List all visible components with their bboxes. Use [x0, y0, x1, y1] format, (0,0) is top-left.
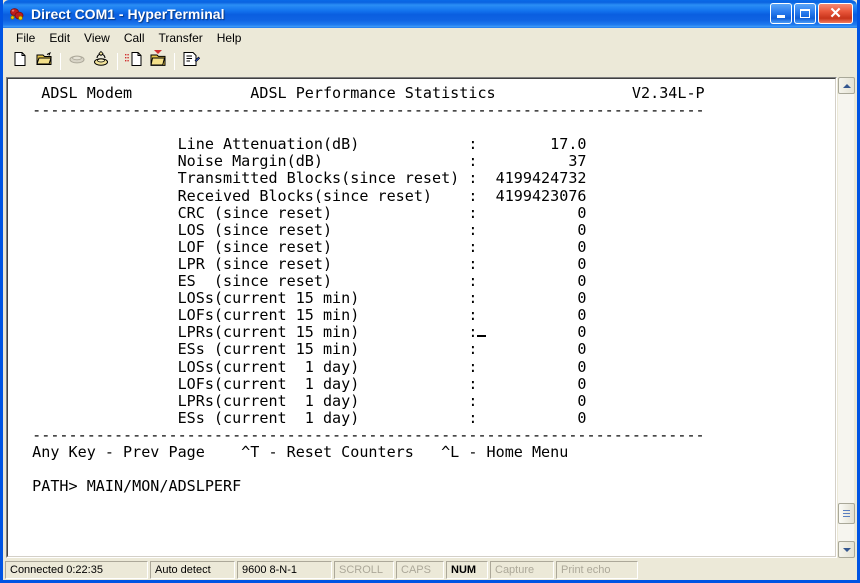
- window-title: Direct COM1 - HyperTerminal: [31, 6, 224, 22]
- new-connection-button[interactable]: [8, 50, 32, 73]
- hyperterminal-icon: [8, 5, 26, 23]
- terminal-line: Any Key - Prev Page ^T - Reset Counters …: [14, 444, 835, 461]
- terminal-line: ES (since reset) : 0: [14, 273, 835, 290]
- toolbar-separator-2: [117, 53, 118, 70]
- title-bar[interactable]: Direct COM1 - HyperTerminal ✕: [3, 0, 857, 28]
- scrollbar-down-arrow-icon: [843, 548, 851, 552]
- maximize-glyph: [800, 9, 810, 18]
- menu-transfer[interactable]: Transfer: [152, 29, 210, 47]
- scrollbar-up-arrow-icon: [843, 84, 851, 88]
- terminal-line: ADSL Modem ADSL Performance Statistics V…: [14, 85, 835, 102]
- terminal-line: Transmitted Blocks(since reset) : 419942…: [14, 170, 835, 187]
- menu-help[interactable]: Help: [210, 29, 249, 47]
- terminal-line: Noise Margin(dB) : 37: [14, 153, 835, 170]
- terminal-line: ESs (current 1 day) : 0: [14, 410, 835, 427]
- new-connection-icon: [12, 51, 28, 72]
- terminal-line: [14, 461, 835, 478]
- caption-button-group: ✕: [770, 3, 853, 24]
- close-button[interactable]: ✕: [818, 3, 853, 24]
- disconnect-button[interactable]: [65, 50, 89, 73]
- terminal-line: LOS (since reset) : 0: [14, 222, 835, 239]
- terminal-line: Line Attenuation(dB) : 17.0: [14, 136, 835, 153]
- menu-call[interactable]: Call: [117, 29, 152, 47]
- terminal-output[interactable]: ADSL Modem ADSL Performance Statistics V…: [8, 79, 835, 495]
- open-connection-button[interactable]: [32, 50, 56, 73]
- status-baud-settings: 9600 8-N-1: [237, 561, 332, 579]
- menu-edit[interactable]: Edit: [42, 29, 77, 47]
- close-glyph: ✕: [829, 6, 842, 21]
- toolbar: [3, 48, 857, 74]
- hyperterminal-window: Direct COM1 - HyperTerminal ✕ File Edit …: [0, 0, 860, 583]
- terminal-line: LOSs(current 15 min) : 0: [14, 290, 835, 307]
- terminal-line: Received Blocks(since reset) : 419942307…: [14, 188, 835, 205]
- status-print-echo-indicator: Print echo: [556, 561, 638, 579]
- terminal-line: LPRs(current 1 day) : 0: [14, 393, 835, 410]
- vertical-scrollbar[interactable]: [837, 77, 854, 558]
- properties-button[interactable]: [179, 50, 203, 73]
- terminal-line: ----------------------------------------…: [14, 427, 835, 444]
- open-folder-icon: [36, 51, 53, 72]
- toolbar-separator-1: [60, 53, 61, 70]
- terminal-line: LOSs(current 1 day) : 0: [14, 359, 835, 376]
- connect-button[interactable]: [89, 50, 113, 73]
- status-num-indicator: NUM: [446, 561, 488, 579]
- terminal-frame: ADSL Modem ADSL Performance Statistics V…: [6, 77, 837, 558]
- receive-file-icon: [149, 50, 167, 72]
- toolbar-separator-3: [174, 53, 175, 70]
- send-file-button[interactable]: [122, 50, 146, 73]
- terminal-screen-border[interactable]: ADSL Modem ADSL Performance Statistics V…: [7, 78, 836, 557]
- scrollbar-up-button[interactable]: [838, 77, 855, 94]
- terminal-cursor: [477, 324, 486, 337]
- client-area: ADSL Modem ADSL Performance Statistics V…: [3, 74, 857, 560]
- status-scroll-indicator: SCROLL: [334, 561, 394, 579]
- terminal-line: LOF (since reset) : 0: [14, 239, 835, 256]
- status-capture-indicator: Capture: [490, 561, 554, 579]
- menu-file[interactable]: File: [9, 29, 42, 47]
- scrollbar-thumb[interactable]: [838, 503, 855, 524]
- menu-view[interactable]: View: [77, 29, 117, 47]
- scrollbar-track[interactable]: [838, 94, 854, 541]
- status-auto-detect: Auto detect: [150, 561, 235, 579]
- receive-file-button[interactable]: [146, 50, 170, 73]
- disconnect-phone-icon: [68, 51, 86, 72]
- terminal-line: PATH> MAIN/MON/ADSLPERF: [14, 478, 835, 495]
- terminal-line: [14, 119, 835, 136]
- connect-phone-icon: [92, 50, 110, 72]
- minimize-glyph: [777, 15, 785, 18]
- status-connection-time: Connected 0:22:35: [5, 561, 148, 579]
- terminal-line: LPRs(current 15 min) : 0: [14, 324, 835, 341]
- terminal-line: LOFs(current 15 min) : 0: [14, 307, 835, 324]
- terminal-line: ----------------------------------------…: [14, 102, 835, 119]
- status-spacer: [640, 561, 856, 579]
- status-caps-indicator: CAPS: [396, 561, 444, 579]
- terminal-line: CRC (since reset) : 0: [14, 205, 835, 222]
- terminal-line: LOFs(current 1 day) : 0: [14, 376, 835, 393]
- scrollbar-thumb-grip: [843, 510, 850, 517]
- status-bar: Connected 0:22:35 Auto detect 9600 8-N-1…: [3, 560, 857, 580]
- terminal-line: ESs (current 15 min) : 0: [14, 341, 835, 358]
- menu-bar: File Edit View Call Transfer Help: [3, 28, 857, 48]
- properties-icon: [182, 51, 200, 72]
- minimize-button[interactable]: [770, 3, 792, 24]
- scrollbar-down-button[interactable]: [838, 541, 855, 558]
- terminal-line: LPR (since reset) : 0: [14, 256, 835, 273]
- maximize-button[interactable]: [794, 3, 816, 24]
- send-file-icon: [125, 51, 143, 72]
